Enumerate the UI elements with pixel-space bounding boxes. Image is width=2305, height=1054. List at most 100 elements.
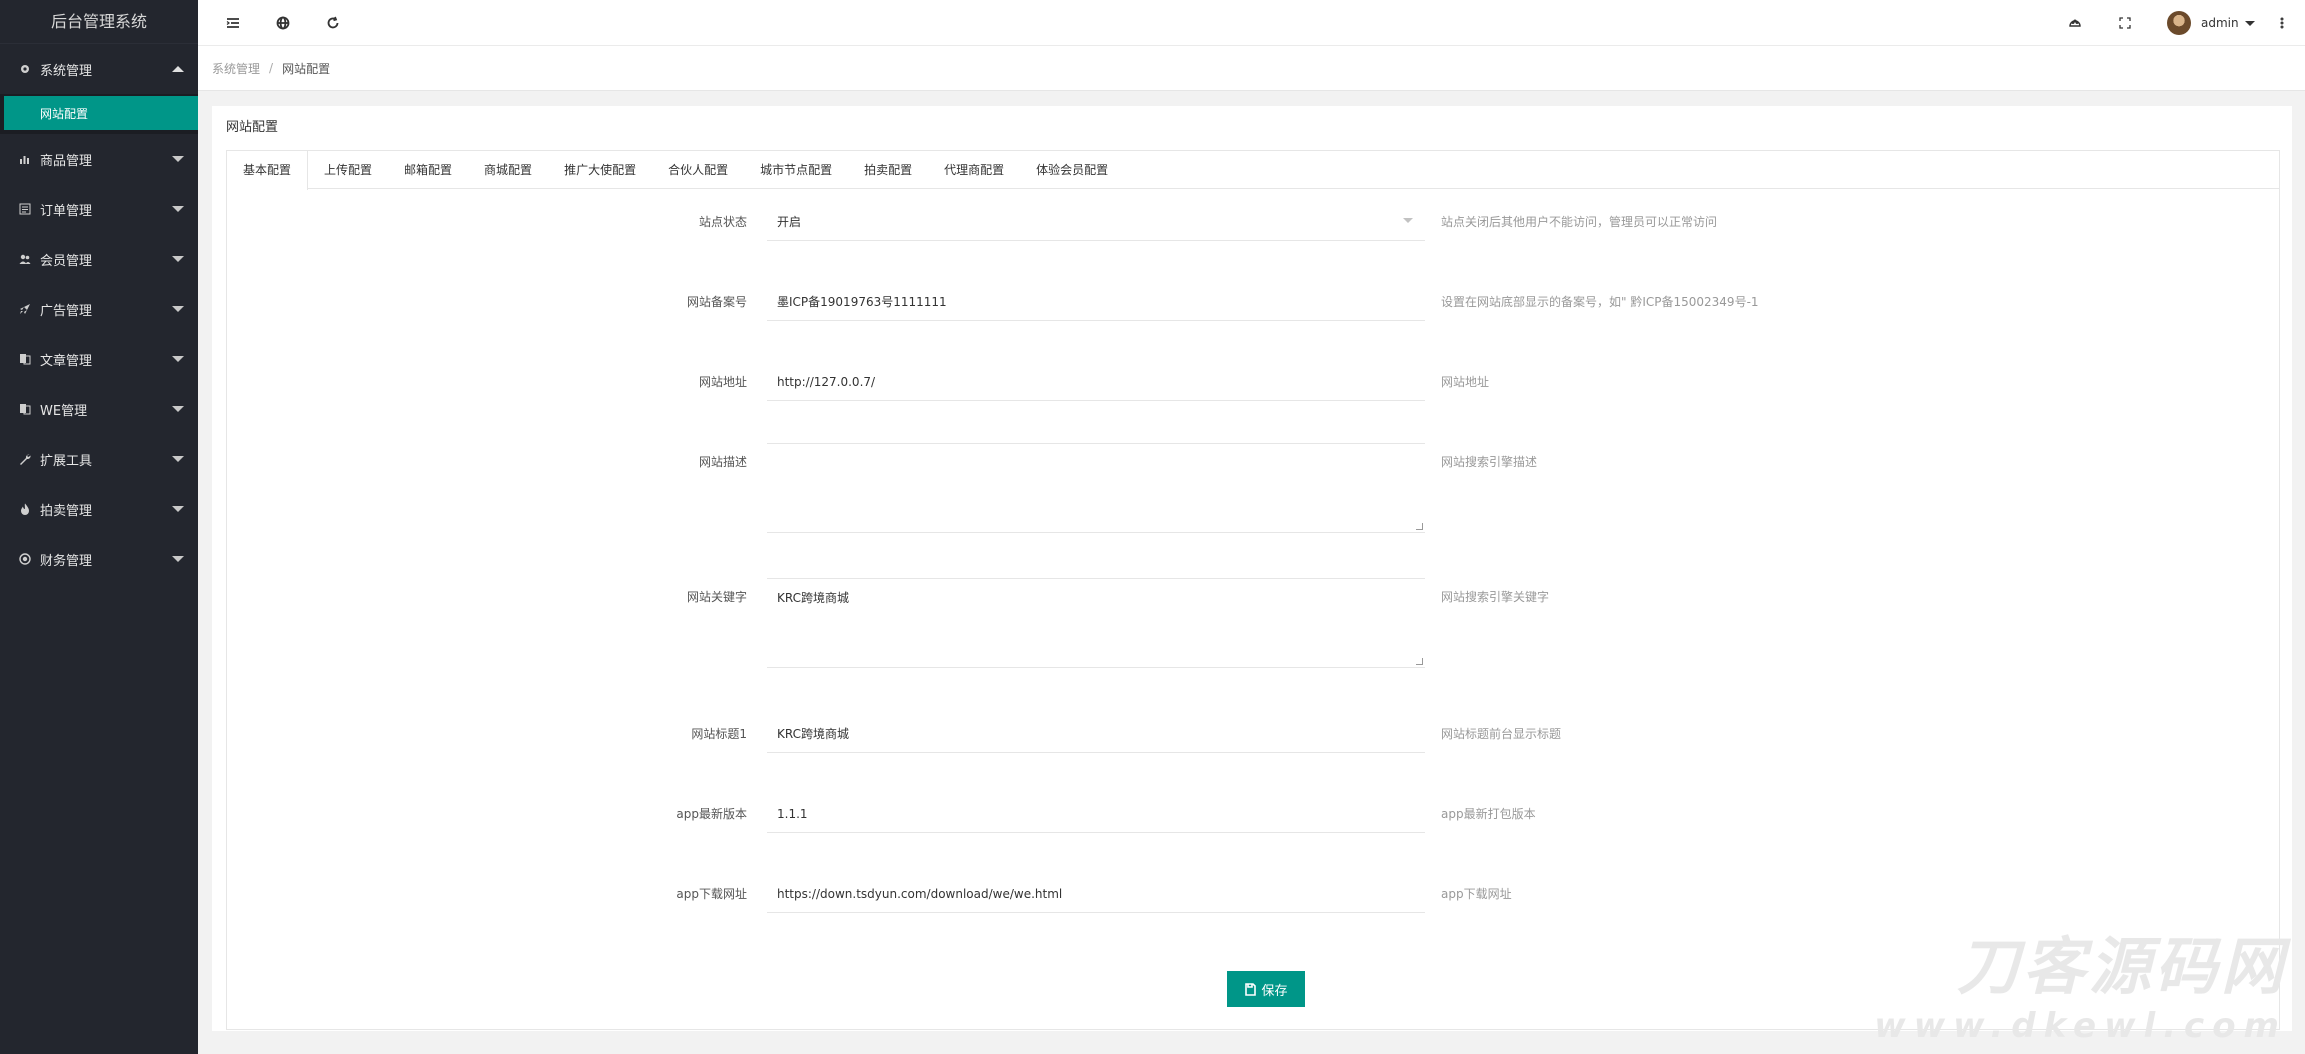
watermark-line2: www.dkewl.com <box>1874 1006 2287 1046</box>
field-tip: 网站标题前台显示标题 <box>1441 727 1562 741</box>
sidebar-item-auction[interactable]: 拍卖管理 <box>0 484 198 534</box>
field-label: 网站描述 <box>698 455 747 469</box>
user-name: admin <box>2201 16 2239 30</box>
sidebar-item-goods[interactable]: 商品管理 <box>0 134 198 184</box>
chevron-down-icon <box>172 456 184 462</box>
chevron-down-icon <box>1403 218 1413 223</box>
chevron-down-icon <box>172 156 184 162</box>
sidebar-item-label: 扩展工具 <box>40 453 93 469</box>
sidebar-item-system[interactable]: 系统管理 <box>0 44 198 94</box>
avatar <box>2167 11 2191 35</box>
breadcrumb: 系统管理 / 网站配置 <box>198 46 2305 91</box>
app-download-input[interactable]: https://down.tsdyun.com/download/we/we.h… <box>767 875 1425 913</box>
document-icon <box>18 352 32 366</box>
circle-icon <box>18 552 32 566</box>
sidebar-item-label: 商品管理 <box>40 153 93 169</box>
field-label: 站点状态 <box>698 215 747 229</box>
field-tip: 站点关闭后其他用户不能访问，管理员可以正常访问 <box>1441 215 1718 229</box>
sidebar-item-label: 会员管理 <box>40 253 93 269</box>
field-tip: 网站搜索引擎描述 <box>1441 455 1538 469</box>
rocket-icon <box>18 302 32 316</box>
list-icon <box>18 202 32 216</box>
gear-icon <box>18 62 32 76</box>
field-label: 网站标题1 <box>691 727 747 741</box>
tab-email[interactable]: 邮箱配置 <box>388 151 468 189</box>
keywords-textarea[interactable]: KRC跨境商城 <box>767 578 1425 668</box>
chevron-down-icon <box>172 556 184 562</box>
field-tip: app最新打包版本 <box>1441 807 1536 821</box>
tab-mall[interactable]: 商城配置 <box>468 151 548 189</box>
chevron-down-icon <box>172 256 184 262</box>
sidebar-item-label: 财务管理 <box>40 553 93 569</box>
field-label: 网站地址 <box>698 375 747 389</box>
sidebar-item-finance[interactable]: 财务管理 <box>0 534 198 584</box>
sidebar-item-label: 订单管理 <box>40 203 93 219</box>
bar-chart-icon <box>18 152 32 166</box>
field-tip: app下载网址 <box>1441 887 1512 901</box>
sidebar-item-label: 文章管理 <box>40 353 93 369</box>
theme-icon[interactable] <box>2060 0 2090 46</box>
field-label: 网站备案号 <box>686 295 747 309</box>
sidebar-item-label: WE管理 <box>40 403 88 419</box>
chevron-down-icon <box>172 306 184 312</box>
refresh-icon[interactable] <box>318 0 348 46</box>
fullscreen-icon[interactable] <box>2110 0 2140 46</box>
breadcrumb-parent[interactable]: 系统管理 <box>212 60 260 77</box>
chevron-down-icon <box>172 406 184 412</box>
sidebar-item-label: 拍卖管理 <box>40 503 93 519</box>
breadcrumb-separator: / <box>269 61 274 75</box>
field-label: 网站关键字 <box>686 590 747 604</box>
icp-input[interactable]: 墨ICP备19019763号1111111 <box>767 283 1425 321</box>
menu-toggle-icon[interactable] <box>218 0 248 46</box>
chevron-down-icon <box>2244 20 2255 26</box>
chevron-down-icon <box>172 206 184 212</box>
watermark-line1: 刀客源码网 <box>1956 930 2287 1003</box>
chevron-down-icon <box>172 356 184 362</box>
sidebar-item-orders[interactable]: 订单管理 <box>0 184 198 234</box>
description-textarea[interactable] <box>767 443 1425 533</box>
tab-city-node[interactable]: 城市节点配置 <box>744 151 848 189</box>
app-version-input[interactable]: 1.1.1 <box>767 795 1425 833</box>
field-label: app下载网址 <box>676 887 747 901</box>
site-status-select[interactable]: 开启 <box>767 203 1425 241</box>
wrench-icon <box>18 452 32 466</box>
field-label: app最新版本 <box>676 807 747 821</box>
sidebar-item-members[interactable]: 会员管理 <box>0 234 198 284</box>
top-header: admin <box>198 0 2305 46</box>
tab-trial-member[interactable]: 体验会员配置 <box>1020 151 1124 189</box>
tab-bar: 基本配置 上传配置 邮箱配置 商城配置 推广大使配置 合伙人配置 城市节点配置 … <box>227 151 2279 190</box>
save-button[interactable]: 保存 <box>1227 971 1305 1007</box>
more-icon[interactable] <box>2267 0 2297 46</box>
chevron-up-icon <box>172 66 184 72</box>
chevron-down-icon <box>172 506 184 512</box>
app-title: 后台管理系统 <box>0 0 198 44</box>
sidebar-item-ads[interactable]: 广告管理 <box>0 284 198 334</box>
sidebar-item-tools[interactable]: 扩展工具 <box>0 434 198 484</box>
sidebar-item-we[interactable]: WE管理 <box>0 384 198 434</box>
tab-agent[interactable]: 代理商配置 <box>928 151 1020 189</box>
site-status-value: 开启 <box>777 215 802 229</box>
tab-partner[interactable]: 合伙人配置 <box>652 151 744 189</box>
sidebar-subnav: 网站配置 <box>0 94 198 134</box>
field-tip: 网站搜索引擎关键字 <box>1441 590 1550 604</box>
page-title: 网站配置 <box>226 120 279 135</box>
tab-basic[interactable]: 基本配置 <box>227 151 309 190</box>
fire-icon <box>18 502 32 516</box>
save-icon <box>1245 982 1257 996</box>
tab-container: 基本配置 上传配置 邮箱配置 商城配置 推广大使配置 合伙人配置 城市节点配置 … <box>226 150 2280 1030</box>
sidebar-item-label: 系统管理 <box>40 63 93 79</box>
users-icon <box>18 252 32 266</box>
save-button-label: 保存 <box>1261 983 1288 999</box>
site-url-input[interactable]: http://127.0.0.7/ <box>767 363 1425 401</box>
globe-icon[interactable] <box>268 0 298 46</box>
tab-auction[interactable]: 拍卖配置 <box>848 151 928 189</box>
sidebar-subitem-site-config[interactable]: 网站配置 <box>4 96 198 130</box>
tab-upload[interactable]: 上传配置 <box>308 151 388 189</box>
tab-ambassador[interactable]: 推广大使配置 <box>548 151 652 189</box>
sidebar-item-articles[interactable]: 文章管理 <box>0 334 198 384</box>
user-menu[interactable]: admin <box>2167 9 2255 37</box>
content-card: 网站配置 基本配置 上传配置 邮箱配置 商城配置 推广大使配置 合伙人配置 城市… <box>212 106 2292 1031</box>
field-tip: 网站地址 <box>1441 375 1490 389</box>
field-tip: 设置在网站底部显示的备案号，如" 黔ICP备15002349号-1 <box>1441 295 1759 309</box>
site-title-input[interactable]: KRC跨境商城 <box>767 715 1425 753</box>
